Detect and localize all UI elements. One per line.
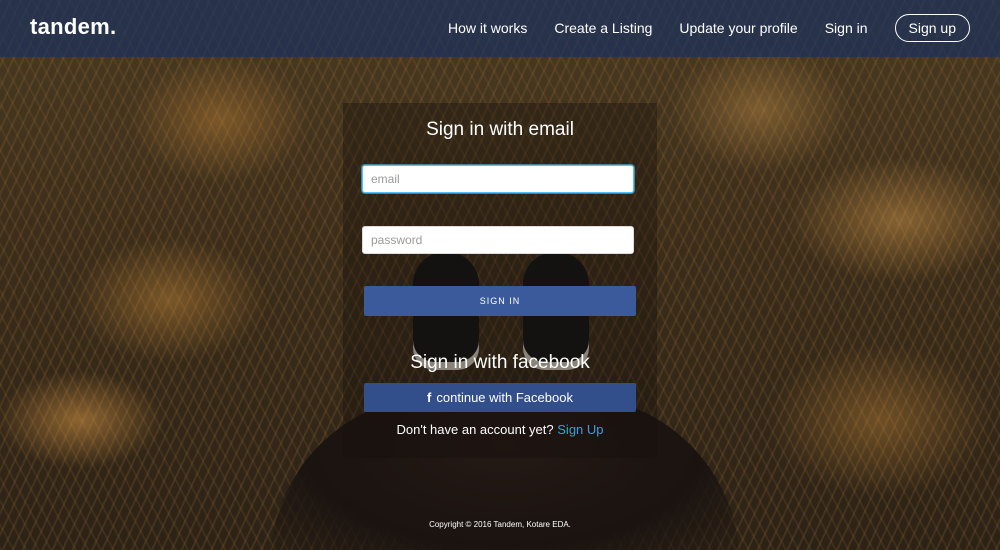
sign-in-button[interactable]: SIGN IN — [364, 286, 636, 316]
copyright-footer: Copyright © 2016 Tandem, Kotare EDA. — [429, 520, 571, 529]
nav-update-profile[interactable]: Update your profile — [679, 14, 797, 42]
main-nav: How it works Create a Listing Update you… — [421, 14, 970, 42]
sign-up-link[interactable]: Sign Up — [557, 422, 603, 437]
signup-prompt: Don't have an account yet? Sign Up — [0, 422, 1000, 437]
signup-prompt-text: Don't have an account yet? — [396, 422, 554, 437]
facebook-sign-in-title: Sign in with facebook — [410, 352, 590, 373]
email-input[interactable] — [362, 165, 634, 193]
top-navbar: tandem. How it works Create a Listing Up… — [0, 0, 1000, 57]
email-sign-in-title: Sign in with email — [426, 119, 574, 140]
continue-with-facebook-button[interactable]: f continue with Facebook — [364, 383, 636, 412]
facebook-button-label: continue with Facebook — [436, 390, 573, 405]
facebook-f-icon: f — [427, 390, 432, 405]
nav-sign-up-button[interactable]: Sign up — [894, 14, 970, 42]
nav-how-it-works[interactable]: How it works — [448, 14, 527, 42]
tandem-logo[interactable]: tandem. — [30, 14, 116, 40]
nav-sign-in[interactable]: Sign in — [825, 14, 868, 42]
password-input[interactable] — [362, 226, 634, 254]
nav-create-listing[interactable]: Create a Listing — [554, 14, 652, 42]
